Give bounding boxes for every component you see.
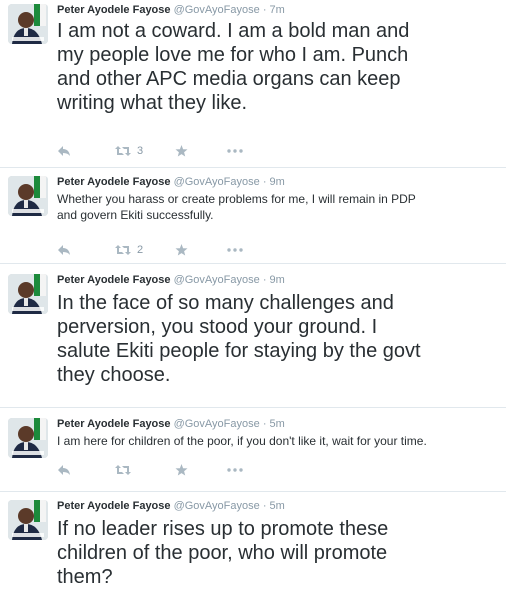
tweet-header: Peter Ayodele Fayose @GovAyoFayose · 5m: [57, 417, 285, 431]
retweet-count: 2: [137, 244, 144, 256]
author-name[interactable]: Peter Ayodele Fayose: [57, 4, 171, 16]
author-name[interactable]: Peter Ayodele Fayose: [57, 176, 171, 188]
tweet-actions: [57, 462, 257, 478]
reply-icon: [58, 146, 70, 156]
tweet-text: Whether you harass or create problems fo…: [57, 192, 416, 222]
retweet-icon: [115, 245, 131, 255]
avatar[interactable]: [8, 500, 48, 540]
avatar[interactable]: [8, 4, 48, 44]
retweet-button[interactable]: [115, 464, 175, 476]
avatar-image: [8, 176, 48, 216]
tweet-header: Peter Ayodele Fayose @GovAyoFayose · 7m: [57, 3, 285, 17]
avatar[interactable]: [8, 418, 48, 458]
reply-icon: [58, 465, 70, 475]
more-button[interactable]: [227, 149, 257, 153]
favorite-button[interactable]: [175, 145, 227, 157]
author-handle[interactable]: @GovAyoFayose: [174, 418, 260, 430]
timestamp[interactable]: 9m: [270, 274, 285, 286]
tweet-card[interactable]: Peter Ayodele Fayose @GovAyoFayose · 9m …: [0, 172, 506, 264]
more-button[interactable]: [227, 468, 257, 472]
author-handle[interactable]: @GovAyoFayose: [174, 176, 260, 188]
reply-button[interactable]: [57, 464, 115, 476]
retweet-button[interactable]: 2: [115, 244, 175, 256]
separator: ·: [262, 4, 267, 16]
more-icon: [227, 248, 243, 252]
tweet-card[interactable]: Peter Ayodele Fayose @GovAyoFayose · 9m …: [0, 270, 506, 408]
reply-icon: [58, 245, 70, 255]
tweet-header: Peter Ayodele Fayose @GovAyoFayose · 5m: [57, 499, 285, 513]
separator: ·: [262, 176, 267, 188]
tweet-card[interactable]: Peter Ayodele Fayose @GovAyoFayose · 5m …: [0, 414, 506, 492]
separator: ·: [262, 500, 267, 512]
star-icon: [175, 244, 188, 256]
timestamp[interactable]: 5m: [270, 418, 285, 430]
author-handle[interactable]: @GovAyoFayose: [174, 274, 260, 286]
tweet-text: If no leader rises up to promote these c…: [57, 518, 389, 588]
star-icon: [175, 464, 188, 476]
tweet-text: In the face of so many challenges and pe…: [57, 292, 421, 386]
author-handle[interactable]: @GovAyoFayose: [174, 500, 260, 512]
tweet-actions: 3: [57, 143, 257, 159]
retweet-button[interactable]: 3: [115, 145, 175, 157]
tweet-header: Peter Ayodele Fayose @GovAyoFayose · 9m: [57, 273, 285, 287]
avatar-image: [8, 4, 48, 44]
avatar-image: [8, 274, 48, 314]
author-name[interactable]: Peter Ayodele Fayose: [57, 500, 171, 512]
more-icon: [227, 149, 243, 153]
separator: ·: [262, 418, 267, 430]
retweet-count: 3: [137, 145, 144, 157]
author-name[interactable]: Peter Ayodele Fayose: [57, 418, 171, 430]
avatar-image: [8, 418, 48, 458]
tweet-text: I am here for children of the poor, if y…: [57, 434, 427, 448]
timestamp[interactable]: 7m: [270, 4, 285, 16]
timestamp[interactable]: 9m: [270, 176, 285, 188]
star-icon: [175, 145, 188, 157]
retweet-icon: [115, 146, 131, 156]
avatar-image: [8, 500, 48, 540]
tweet-card[interactable]: Peter Ayodele Fayose @GovAyoFayose · 5m …: [0, 496, 506, 605]
author-name[interactable]: Peter Ayodele Fayose: [57, 274, 171, 286]
timestamp[interactable]: 5m: [270, 500, 285, 512]
tweet-header: Peter Ayodele Fayose @GovAyoFayose · 9m: [57, 175, 285, 189]
reply-button[interactable]: [57, 244, 115, 256]
avatar[interactable]: [8, 176, 48, 216]
tweet-text: I am not a coward. I am a bold man and m…: [57, 20, 410, 114]
more-icon: [227, 468, 243, 472]
reply-button[interactable]: [57, 145, 115, 157]
tweet-card[interactable]: Peter Ayodele Fayose @GovAyoFayose · 7m …: [0, 0, 506, 168]
author-handle[interactable]: @GovAyoFayose: [174, 4, 260, 16]
more-button[interactable]: [227, 248, 257, 252]
favorite-button[interactable]: [175, 244, 227, 256]
separator: ·: [262, 274, 267, 286]
tweet-actions: 2: [57, 242, 257, 258]
retweet-icon: [115, 465, 131, 475]
avatar[interactable]: [8, 274, 48, 314]
favorite-button[interactable]: [175, 464, 227, 476]
